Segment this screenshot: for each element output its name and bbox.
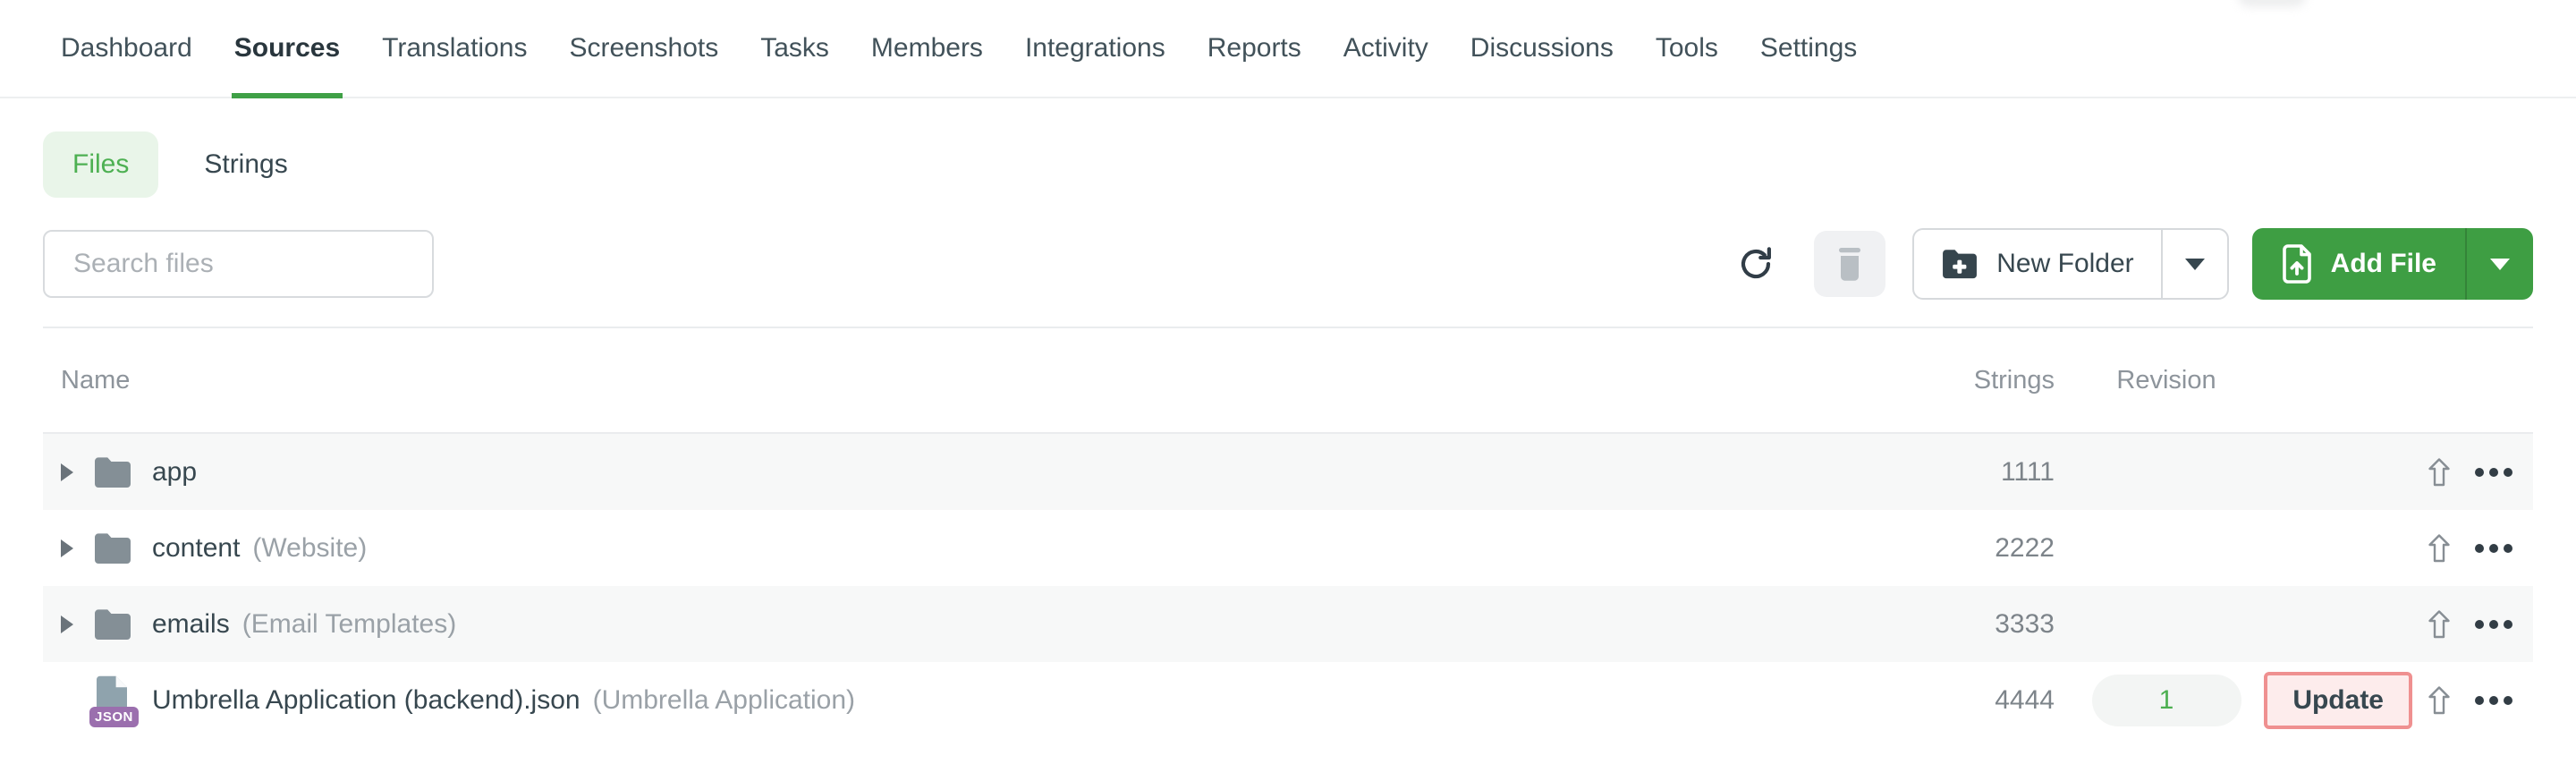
update-button[interactable]: Update bbox=[2264, 671, 2412, 729]
file-name[interactable]: app bbox=[152, 457, 197, 488]
refresh-button[interactable] bbox=[1737, 245, 1775, 283]
upload-arrow-icon bbox=[2428, 533, 2451, 564]
strings-count: 4444 bbox=[1995, 684, 2055, 715]
files-toolbar: New Folder Add File bbox=[43, 228, 2533, 300]
new-folder-dropdown-button[interactable] bbox=[2163, 230, 2227, 298]
nav-item-dashboard[interactable]: Dashboard bbox=[61, 0, 192, 97]
name-cell: emails (Email Templates) bbox=[43, 607, 1970, 641]
file-subtitle: (Umbrella Application) bbox=[592, 684, 856, 715]
update-cell: Update bbox=[2256, 671, 2412, 729]
upload-button[interactable] bbox=[2428, 457, 2451, 488]
toolbar-actions: New Folder Add File bbox=[1737, 228, 2533, 300]
nav-item-members[interactable]: Members bbox=[871, 0, 983, 97]
strings-count: 1111 bbox=[2000, 456, 2055, 487]
add-file-split-button: Add File bbox=[2251, 228, 2533, 300]
row-menu-button[interactable] bbox=[2474, 619, 2512, 629]
sources-page: Files Strings Search files New Folder Ad… bbox=[0, 132, 2576, 738]
strings-count: 3333 bbox=[1995, 608, 2055, 639]
view-tabs: Files Strings bbox=[43, 132, 2533, 198]
table-row-file-umbrella-json[interactable]: JSON Umbrella Application (backend).json… bbox=[43, 662, 2533, 738]
upload-button[interactable] bbox=[2428, 685, 2451, 716]
expand-caret-icon[interactable] bbox=[61, 615, 73, 633]
add-file-button[interactable]: Add File bbox=[2252, 228, 2465, 300]
add-file-dropdown-button[interactable] bbox=[2467, 228, 2533, 300]
name-cell: app bbox=[43, 455, 1970, 489]
table-header: Name Strings Revision bbox=[43, 328, 2533, 434]
name-cell: JSON Umbrella Application (backend).json… bbox=[43, 675, 1970, 727]
file-subtitle: (Website) bbox=[252, 532, 368, 563]
delete-button[interactable] bbox=[1814, 231, 1886, 297]
column-header-name: Name bbox=[61, 365, 131, 395]
column-header-revision: Revision bbox=[2116, 365, 2216, 395]
folder-icon bbox=[93, 607, 132, 641]
upload-arrow-icon bbox=[2428, 457, 2451, 488]
row-menu-button[interactable] bbox=[2474, 543, 2512, 553]
table-row-folder-app[interactable]: app 1111 bbox=[43, 434, 2533, 510]
nav-item-activity[interactable]: Activity bbox=[1343, 0, 1428, 97]
json-file-icon: JSON bbox=[89, 675, 139, 727]
tab-strings[interactable]: Strings bbox=[174, 132, 317, 198]
table-row-folder-emails[interactable]: emails (Email Templates) 3333 bbox=[43, 586, 2533, 662]
column-header-strings: Strings bbox=[1973, 365, 2055, 395]
refresh-icon bbox=[1737, 245, 1775, 283]
new-folder-split-button: New Folder bbox=[1912, 228, 2229, 300]
chevron-down-icon bbox=[2184, 258, 2205, 270]
cutoff-element-top-right bbox=[2238, 0, 2306, 7]
nav-item-integrations[interactable]: Integrations bbox=[1025, 0, 1165, 97]
file-name[interactable]: emails bbox=[152, 609, 230, 640]
expand-caret-icon[interactable] bbox=[61, 539, 73, 557]
row-menu-button[interactable] bbox=[2474, 695, 2512, 705]
file-subtitle: (Email Templates) bbox=[242, 608, 457, 639]
nav-item-tools[interactable]: Tools bbox=[1656, 0, 1718, 97]
file-name[interactable]: Umbrella Application (backend).json bbox=[152, 685, 580, 716]
search-input[interactable] bbox=[43, 230, 434, 298]
expand-caret-icon[interactable] bbox=[61, 463, 73, 481]
nav-item-sources[interactable]: Sources bbox=[231, 0, 343, 98]
json-badge: JSON bbox=[89, 706, 139, 727]
trash-icon bbox=[1834, 246, 1866, 282]
chevron-down-icon bbox=[2490, 258, 2510, 270]
project-nav: Dashboard Sources Translations Screensho… bbox=[0, 0, 2576, 98]
folder-plus-icon bbox=[1941, 248, 1979, 280]
table-row-folder-content[interactable]: content (Website) 2222 bbox=[43, 510, 2533, 586]
folder-icon bbox=[93, 455, 132, 489]
name-cell: content (Website) bbox=[43, 531, 1970, 565]
folder-icon bbox=[93, 531, 132, 565]
file-upload-icon bbox=[2281, 244, 2313, 284]
nav-item-discussions[interactable]: Discussions bbox=[1470, 0, 1614, 97]
upload-arrow-icon bbox=[2428, 609, 2451, 640]
upload-arrow-icon bbox=[2428, 685, 2451, 716]
new-folder-label: New Folder bbox=[1996, 249, 2134, 278]
row-menu-button[interactable] bbox=[2474, 467, 2512, 477]
nav-item-reports[interactable]: Reports bbox=[1208, 0, 1301, 97]
add-file-label: Add File bbox=[2330, 249, 2436, 278]
nav-item-translations[interactable]: Translations bbox=[382, 0, 527, 97]
revision-badge[interactable]: 1 bbox=[2091, 674, 2241, 726]
upload-button[interactable] bbox=[2428, 609, 2451, 640]
nav-item-screenshots[interactable]: Screenshots bbox=[569, 0, 718, 97]
nav-item-tasks[interactable]: Tasks bbox=[760, 0, 829, 97]
file-name[interactable]: content bbox=[152, 533, 240, 564]
nav-item-settings[interactable]: Settings bbox=[1760, 0, 1857, 97]
new-folder-button[interactable]: New Folder bbox=[1914, 230, 2160, 298]
tab-files[interactable]: Files bbox=[43, 132, 159, 198]
upload-button[interactable] bbox=[2428, 533, 2451, 564]
files-table: Name Strings Revision app 1111 content (… bbox=[43, 327, 2533, 738]
strings-count: 2222 bbox=[1995, 532, 2055, 563]
revision-cell: 1 bbox=[2091, 674, 2256, 726]
